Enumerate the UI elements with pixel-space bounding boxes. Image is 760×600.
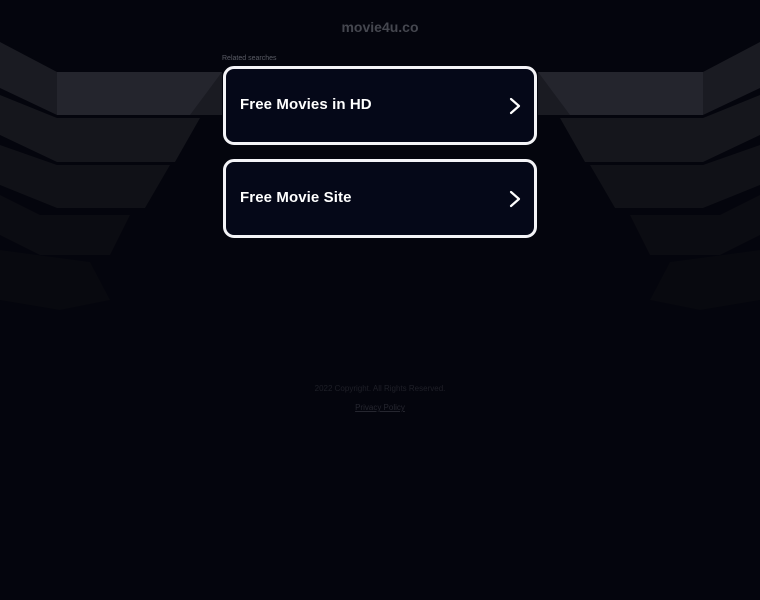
related-search-free-movie-site[interactable]: Free Movie Site [223,159,537,238]
privacy-policy-link[interactable]: Privacy Policy [355,403,405,412]
related-search-free-movies-in-hd[interactable]: Free Movies in HD [223,66,537,145]
related-searches-label: Related searches [222,55,277,62]
site-domain: movie4u.co [341,19,419,35]
copyright-text: 2022 Copyright. All Rights Reserved. [314,384,446,393]
related-search-label: Free Movie Site [240,189,352,206]
privacy-policy-container: Privacy Policy [0,403,760,412]
chevron-right-icon [509,97,521,115]
chevron-right-icon [509,190,521,208]
related-search-label: Free Movies in HD [240,96,372,113]
parked-domain-page: movie4u.co Related searches Free Movies … [0,0,760,600]
